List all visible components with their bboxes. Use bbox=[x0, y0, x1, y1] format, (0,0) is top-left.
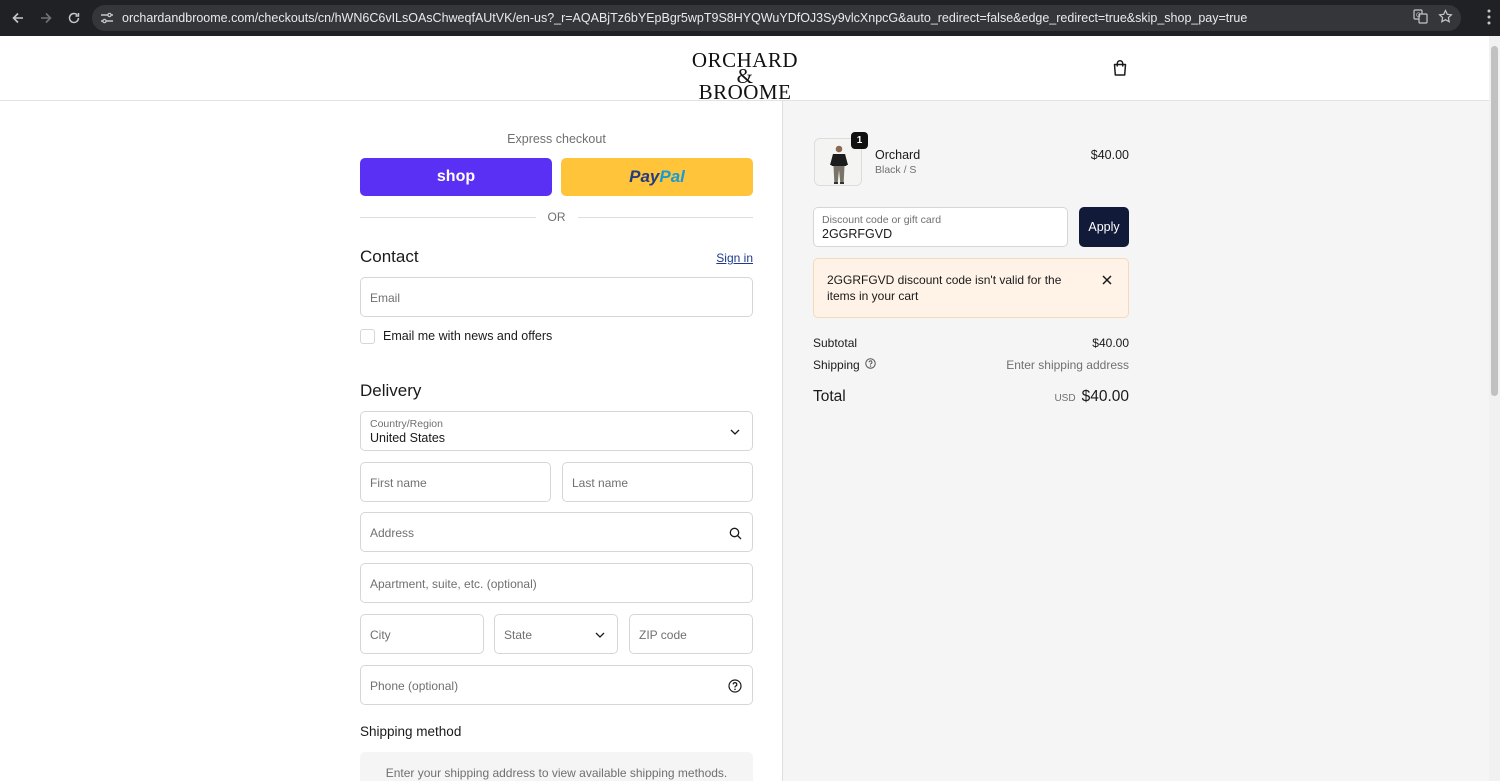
site-header: ORCHARD & BROOME bbox=[0, 36, 1489, 104]
first-name-field[interactable]: First name bbox=[360, 462, 551, 502]
subtotal-label: Subtotal bbox=[813, 336, 858, 350]
help-circle-icon[interactable] bbox=[727, 678, 743, 694]
quantity-badge: 1 bbox=[851, 132, 868, 149]
subtotal-value: $40.00 bbox=[1092, 336, 1129, 350]
apartment-field[interactable]: Apartment, suite, etc. (optional) bbox=[360, 563, 753, 603]
or-divider: OR bbox=[360, 209, 753, 225]
site-settings-icon[interactable] bbox=[92, 12, 122, 24]
menu-kebab-icon[interactable] bbox=[1486, 8, 1492, 29]
delivery-title: Delivery bbox=[360, 381, 422, 400]
country-value: United States bbox=[370, 431, 446, 445]
express-checkout-label: Express checkout bbox=[507, 132, 606, 146]
paypal-button[interactable]: Pay Pal bbox=[561, 158, 753, 196]
svg-text:G: G bbox=[1416, 12, 1421, 19]
apply-button[interactable]: Apply bbox=[1079, 207, 1129, 247]
address-field[interactable]: Address bbox=[360, 512, 753, 552]
phone-field[interactable]: Phone (optional) bbox=[360, 665, 753, 705]
or-label: OR bbox=[547, 210, 566, 224]
address-bar[interactable]: orchardandbroome.com/checkouts/cn/hWN6C6… bbox=[92, 5, 1461, 31]
bookmark-star-icon[interactable] bbox=[1438, 9, 1453, 27]
paypal-logo-pay: Pay bbox=[629, 167, 660, 186]
search-icon bbox=[727, 525, 743, 541]
total-label: Total bbox=[813, 388, 846, 405]
chevron-down-icon bbox=[592, 627, 608, 643]
logo-line-2: & BROOME bbox=[698, 64, 792, 104]
total-row: Total USD $40.00 bbox=[813, 388, 1129, 406]
help-circle-icon[interactable] bbox=[864, 358, 876, 372]
brand-logo[interactable]: ORCHARD & BROOME bbox=[690, 50, 800, 104]
discount-error-message: 2GGRFGVD discount code isn't valid for t… bbox=[827, 273, 1062, 303]
discount-error-alert: 2GGRFGVD discount code isn't valid for t… bbox=[813, 258, 1129, 318]
phone-placeholder: Phone (optional) bbox=[370, 679, 459, 693]
forward-icon[interactable] bbox=[32, 4, 60, 32]
shipping-value: Enter shipping address bbox=[1006, 358, 1129, 372]
scrollbar-thumb[interactable] bbox=[1491, 46, 1498, 396]
country-label: Country/Region bbox=[370, 418, 443, 430]
email-placeholder: Email bbox=[370, 291, 401, 305]
subtotal-row: Subtotal $40.00 bbox=[813, 336, 1129, 350]
newsletter-label: Email me with news and offers bbox=[383, 329, 553, 343]
discount-code-field[interactable]: Discount code or gift card 2GGRFGVD bbox=[813, 207, 1068, 247]
newsletter-checkbox[interactable] bbox=[360, 328, 375, 344]
shipping-row: Shipping Enter shipping address bbox=[813, 358, 1129, 372]
chevron-down-icon bbox=[727, 424, 743, 440]
total-value: $40.00 bbox=[1081, 388, 1129, 405]
address-placeholder: Address bbox=[370, 526, 415, 540]
email-field[interactable]: Email bbox=[360, 277, 753, 317]
newsletter-option[interactable]: Email me with news and offers bbox=[360, 328, 552, 344]
shipping-method-title: Shipping method bbox=[360, 724, 462, 739]
checkout-form: Express checkout shop Pay Pal OR Contact … bbox=[0, 101, 783, 781]
last-name-field[interactable]: Last name bbox=[562, 462, 753, 502]
translate-icon[interactable]: G bbox=[1413, 9, 1428, 27]
paypal-logo-pal: Pal bbox=[659, 167, 685, 186]
shopping-bag-icon[interactable] bbox=[1110, 58, 1130, 78]
product-name: Orchard bbox=[875, 148, 921, 162]
first-name-placeholder: First name bbox=[370, 476, 427, 490]
page-scrollbar[interactable] bbox=[1489, 36, 1500, 781]
discount-label: Discount code or gift card bbox=[822, 214, 942, 226]
currency-code: USD bbox=[1054, 393, 1076, 404]
url-text[interactable]: orchardandbroome.com/checkouts/cn/hWN6C6… bbox=[122, 11, 1413, 25]
reload-icon[interactable] bbox=[60, 4, 88, 32]
browser-toolbar: orchardandbroome.com/checkouts/cn/hWN6C6… bbox=[0, 0, 1500, 36]
shop-pay-button[interactable]: shop bbox=[360, 158, 552, 196]
discount-value: 2GGRFGVD bbox=[822, 227, 893, 241]
back-icon[interactable] bbox=[4, 4, 32, 32]
country-select[interactable]: Country/Region United States bbox=[360, 411, 753, 451]
zip-placeholder: ZIP code bbox=[639, 628, 687, 642]
shipping-method-notice: Enter your shipping address to view avai… bbox=[360, 752, 753, 781]
sign-in-link[interactable]: Sign in bbox=[700, 251, 753, 265]
apartment-placeholder: Apartment, suite, etc. (optional) bbox=[370, 577, 537, 591]
state-select[interactable]: State bbox=[494, 614, 618, 654]
order-summary: 1 Orchard Black / S $40.00 Discount code… bbox=[783, 101, 1489, 781]
zip-field[interactable]: ZIP code bbox=[629, 614, 753, 654]
product-variant: Black / S bbox=[875, 164, 917, 176]
close-icon[interactable] bbox=[1100, 273, 1114, 287]
shipping-label: Shipping bbox=[813, 358, 860, 372]
city-field[interactable]: City bbox=[360, 614, 484, 654]
state-placeholder: State bbox=[504, 628, 533, 642]
contact-title: Contact bbox=[360, 247, 419, 266]
last-name-placeholder: Last name bbox=[572, 476, 629, 490]
city-placeholder: City bbox=[370, 628, 391, 642]
product-price: $40.00 bbox=[1090, 148, 1129, 162]
